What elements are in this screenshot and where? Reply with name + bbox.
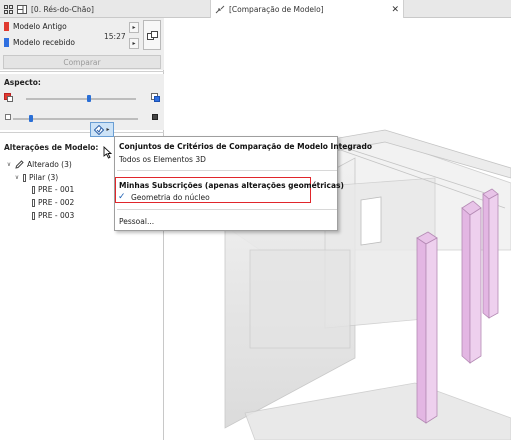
menu-divider [117,209,337,210]
pillar-icon [32,211,35,220]
old-model-row[interactable]: Modelo Antigo [4,22,67,31]
mouse-cursor-icon [103,145,113,161]
menu-item-core-geometry[interactable]: Geometria do núcleo [131,193,210,202]
slider-thumb[interactable] [28,115,33,122]
criteria-filter-icon [94,124,105,135]
aspect-section: Aspecto: [0,74,164,130]
comparison-criteria-button[interactable]: ▸ [90,122,114,137]
tree-item-pillar-group[interactable]: ∨ Pilar (3) [14,173,58,182]
menu-header-integrated: Conjuntos de Critérios de Comparação de … [119,142,372,151]
tree-item-pillar[interactable]: PRE - 002 [32,198,74,207]
swap-icon [146,30,158,41]
pillar-icon [32,185,35,194]
tab-bar: [0. Rés-do-Chão] [Comparação de Modelo] … [0,0,511,19]
tree-label: PRE - 003 [38,211,75,220]
tree-label: PRE - 002 [38,198,75,207]
floor-plan-icon [17,4,27,14]
chevron-down-icon[interactable]: ∨ [6,161,12,168]
slider-thumb[interactable] [86,95,91,102]
divider [0,71,164,72]
tab-label: [Comparação de Modelo] [229,5,324,14]
received-model-color [4,38,9,47]
received-model-arrow-button[interactable]: ▸ [129,38,139,49]
swap-models-button[interactable] [143,20,161,50]
received-model-aspect-icon [151,93,160,102]
old-model-color [4,22,9,31]
grid-icon[interactable] [4,4,13,14]
pillar-icon [32,198,35,207]
old-model-label: Modelo Antigo [13,22,67,31]
transparency-max-icon [152,114,161,123]
pencil-icon [15,160,24,169]
divider [0,132,164,133]
tree-label: PRE - 001 [38,185,75,194]
compare-button[interactable]: Comparar [3,55,161,69]
model-compare-icon [215,5,225,14]
received-model-row[interactable]: Modelo recebido [4,38,75,47]
tree-item-pillar[interactable]: PRE - 001 [32,185,74,194]
transparency-slider[interactable] [13,115,138,122]
model-changes-title: Alterações de Modelo: [4,143,99,152]
tree-item-pillar[interactable]: PRE - 003 [32,211,74,220]
received-model-time: 15:27 [104,32,126,41]
pillar-icon [23,173,26,182]
received-model-label: Modelo recebido [13,38,75,47]
menu-item-all-elements[interactable]: Todos os Elementos 3D [119,155,206,164]
old-model-aspect-icon [4,93,13,102]
checkmark-icon: ✓ [118,192,126,202]
tab-model-comparison[interactable]: [Comparação de Modelo] ✕ [210,0,404,19]
menu-divider [117,170,337,171]
tab-floor-plan[interactable]: [0. Rés-do-Chão] [0,0,210,18]
tab-label: [0. Rés-do-Chão] [31,4,94,14]
models-section: Modelo Antigo ▸ Modelo recebido 15:27 ▸ … [0,18,164,70]
tree-item-changed[interactable]: ∨ Alterado (3) [6,160,72,169]
aspect-title: Aspecto: [4,78,41,87]
tree-label: Alterado (3) [27,160,72,169]
tree-label: Pilar (3) [29,173,59,182]
old-model-opacity-slider[interactable] [26,95,136,102]
chevron-down-icon[interactable]: ∨ [14,174,20,181]
close-icon[interactable]: ✕ [391,5,399,15]
dropdown-arrow-icon: ▸ [106,126,110,133]
old-model-arrow-button[interactable]: ▸ [129,22,139,33]
menu-item-custom[interactable]: Pessoal... [119,217,154,226]
menu-header-subscriptions: Minhas Subscrições (apenas alterações ge… [119,181,344,190]
comparison-criteria-menu: Conjuntos de Critérios de Comparação de … [114,136,372,231]
